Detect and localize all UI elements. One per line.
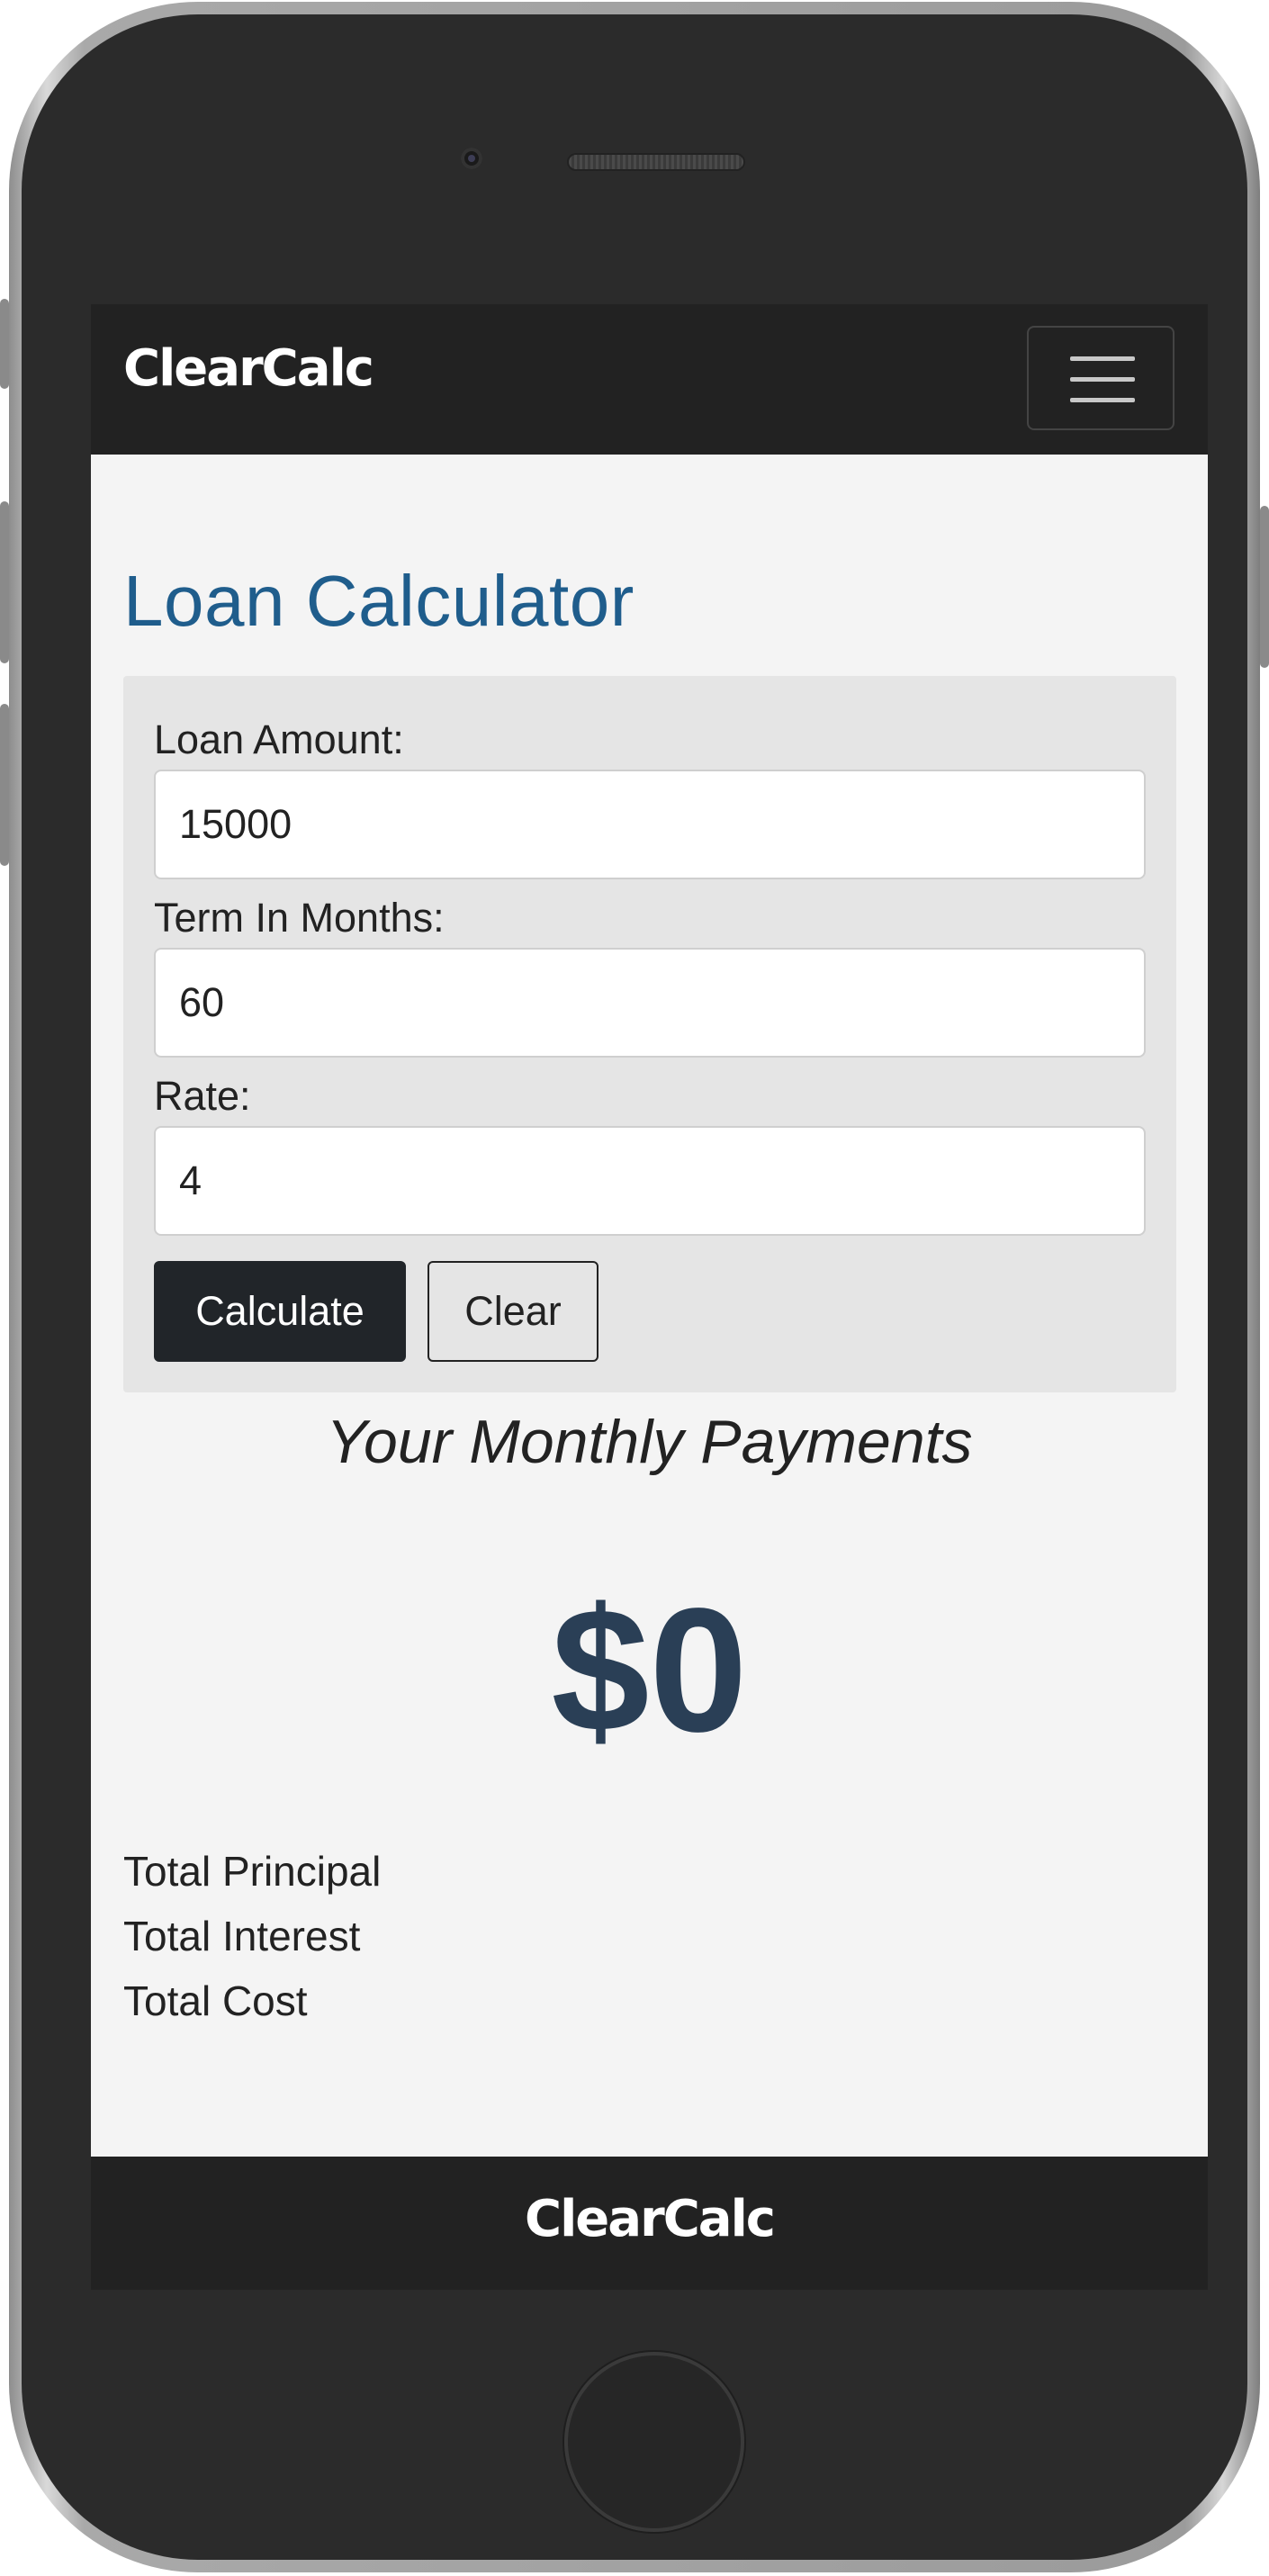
page-title: Loan Calculator — [123, 561, 634, 641]
navbar: ClearCalc — [91, 304, 1208, 455]
clear-button[interactable]: Clear — [428, 1261, 598, 1362]
phone-bezel: ClearCalc Loan Calculator Loan Amount: T… — [22, 14, 1247, 2560]
mute-switch — [0, 299, 9, 389]
total-principal-label: Total Principal — [123, 1848, 382, 1895]
hamburger-menu-icon — [1070, 398, 1135, 402]
brand-logo[interactable]: ClearCalc — [123, 344, 374, 394]
menu-toggle-button[interactable] — [1027, 326, 1174, 430]
term-input[interactable] — [154, 948, 1146, 1058]
term-label: Term In Months: — [154, 895, 445, 941]
total-interest-label: Total Interest — [123, 1913, 361, 1959]
total-cost-label: Total Cost — [123, 1977, 308, 2024]
footer-brand-logo[interactable]: ClearCalc — [91, 2194, 1208, 2245]
hamburger-menu-icon — [1070, 377, 1135, 382]
calculate-button[interactable]: Calculate — [154, 1261, 406, 1362]
loan-amount-label: Loan Amount: — [154, 716, 404, 762]
front-camera — [461, 148, 482, 169]
loan-amount-input[interactable] — [154, 770, 1146, 879]
volume-down-button — [0, 704, 9, 866]
home-button[interactable] — [564, 2352, 744, 2532]
volume-up-button — [0, 501, 9, 663]
phone-frame: ClearCalc Loan Calculator Loan Amount: T… — [0, 2, 1269, 2572]
hamburger-menu-icon — [1070, 356, 1135, 361]
rate-input[interactable] — [154, 1126, 1146, 1236]
loan-form: Loan Amount: Term In Months: Rate: Calcu… — [123, 676, 1176, 1392]
monthly-payment-amount: $0 — [551, 1572, 748, 1769]
power-button — [1260, 506, 1269, 668]
screen: ClearCalc Loan Calculator Loan Amount: T… — [91, 304, 1208, 2290]
footer: ClearCalc — [91, 2157, 1208, 2290]
monthly-payments-heading: Your Monthly Payments — [326, 1408, 973, 1476]
earpiece-speaker — [567, 153, 745, 171]
rate-label: Rate: — [154, 1073, 251, 1119]
